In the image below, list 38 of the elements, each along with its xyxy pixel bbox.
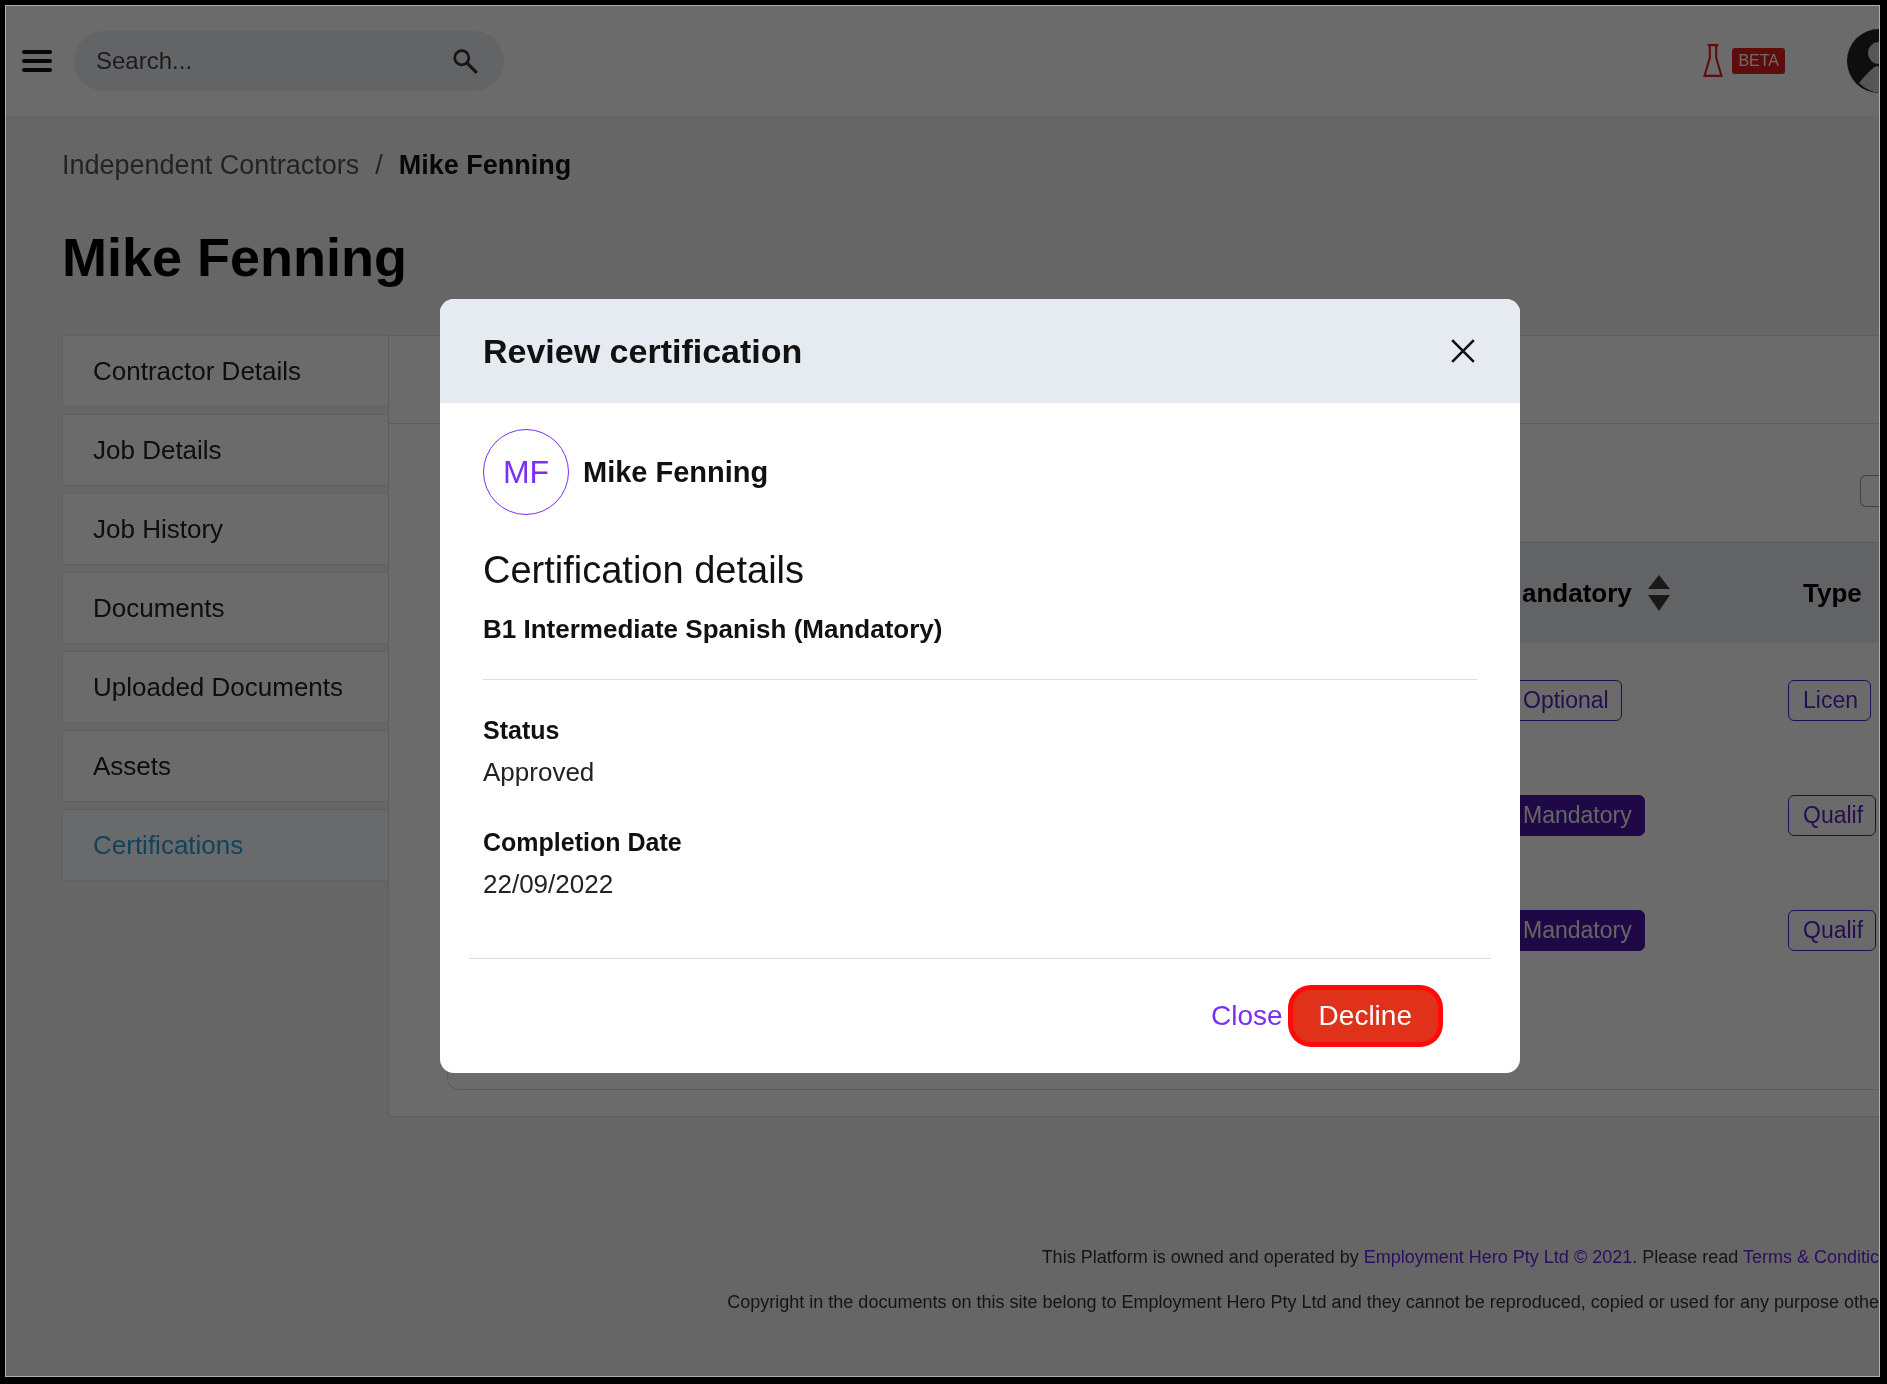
type-tag: Licen xyxy=(1788,680,1871,721)
type-tag: Qualif xyxy=(1788,795,1877,836)
field-value: 22/09/2022 xyxy=(483,869,615,900)
breadcrumb-separator: / xyxy=(375,150,383,181)
sidebar-item[interactable]: Uploaded Documents xyxy=(62,651,388,723)
search-field[interactable]: Search... xyxy=(74,31,504,91)
breadcrumb-item: Mike Fenning xyxy=(398,150,572,181)
certification-name: B1 Intermediate Spanish (Mandatory) xyxy=(483,614,944,645)
partial-control[interactable] xyxy=(1860,475,1879,507)
copyright-notice: Copyright in the documents on this site belong to Employment Hero Pty Ltd and they cannot be reproduced, copied or used for any purpose othe xyxy=(726,1292,1879,1313)
beta-badge: BETA xyxy=(1732,48,1785,74)
sidebar-item[interactable]: Job History xyxy=(62,493,388,565)
field-label: Completion Date xyxy=(483,828,683,857)
breadcrumb-item[interactable]: Independent Contractors xyxy=(62,150,360,181)
person-name: Mike Fenning xyxy=(583,455,769,489)
avatar-icon[interactable] xyxy=(1847,29,1879,93)
sidebar-item[interactable]: Job Details xyxy=(62,414,388,486)
flask-icon[interactable] xyxy=(1702,43,1725,79)
sidebar-item[interactable]: Contractor Details xyxy=(62,335,388,407)
dialog-title: Review certification xyxy=(483,331,803,371)
close-icon[interactable] xyxy=(1450,338,1476,364)
ownership-notice: This Platform is owned and operated by Employment Hero Pty Ltd © 2021. Please read Terms & Conditic xyxy=(1040,1247,1879,1268)
page-title: Mike Fenning xyxy=(62,227,408,287)
close-button[interactable]: Close xyxy=(1211,992,1283,1040)
footer-link[interactable]: Employment Hero Pty Ltd © 2021 xyxy=(1363,1247,1633,1267)
column-header[interactable]: andatory xyxy=(1522,577,1632,609)
sort-icon[interactable] xyxy=(1647,575,1670,611)
section-title: Certification details xyxy=(483,549,806,592)
sidebar-item[interactable]: Assets xyxy=(62,730,388,802)
type-tag: Qualif xyxy=(1788,910,1877,951)
column-header[interactable]: Type xyxy=(1803,577,1862,609)
field-value: Approved xyxy=(483,757,596,788)
sidebar-item[interactable]: Documents xyxy=(62,572,388,644)
field-label: Status xyxy=(483,716,561,745)
menu-icon[interactable] xyxy=(22,49,52,73)
sidebar-item[interactable]: Certifications xyxy=(62,809,388,881)
footer-link[interactable]: Terms & Conditic xyxy=(1742,1247,1879,1267)
search-icon[interactable] xyxy=(452,48,478,74)
